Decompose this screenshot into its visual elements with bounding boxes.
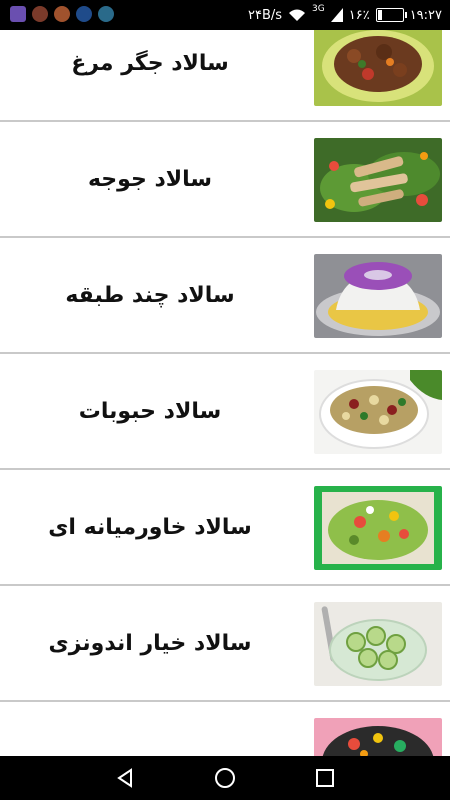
salad-row[interactable]: سالاد جوجه bbox=[0, 122, 450, 238]
network-type: 3G bbox=[312, 4, 325, 14]
salad-title: سالاد جوجه bbox=[87, 166, 213, 192]
chicken-salad-image bbox=[314, 138, 442, 222]
app-avatar-icon bbox=[54, 6, 70, 22]
salad-row[interactable]: سالاد خیار اندونزی bbox=[0, 586, 450, 702]
clock: ۱۹:۲۷ bbox=[409, 7, 442, 23]
partial-salad-image bbox=[314, 718, 442, 756]
salad-row[interactable]: سالاد خاورمیانه ای bbox=[0, 470, 450, 586]
back-triangle-icon[interactable] bbox=[113, 766, 137, 790]
salad-title: سالاد چند طبقه bbox=[65, 282, 235, 308]
layered-salad-image bbox=[314, 254, 442, 338]
salad-row[interactable]: سالاد حبوبات bbox=[0, 354, 450, 470]
salad-row[interactable]: سالاد جگر مرغ bbox=[0, 30, 450, 122]
battery-percent: ۱۶٪ bbox=[348, 7, 370, 23]
liver-salad-image bbox=[314, 30, 442, 106]
salad-list[interactable]: سالاد جگر مرغ سالاد جوجه سالاد چند طبقه … bbox=[0, 30, 450, 756]
indonesian-cucumber-salad-image bbox=[314, 602, 442, 686]
salad-title: سالاد حبوبات bbox=[78, 398, 222, 424]
navigation-bar bbox=[0, 756, 450, 800]
bluetooth-icon bbox=[76, 6, 92, 22]
signal-icon bbox=[330, 8, 343, 22]
status-info: ۲۴B/s 3G ۱۶٪ ۱۹:۲۷ bbox=[247, 4, 442, 25]
legumes-salad-image bbox=[314, 370, 442, 454]
battery-icon bbox=[375, 8, 407, 22]
recents-square-icon[interactable] bbox=[313, 766, 337, 790]
salad-title: سالاد خیار اندونزی bbox=[48, 630, 252, 656]
middle-eastern-salad-image bbox=[314, 486, 442, 570]
app-avatar-icon bbox=[32, 6, 48, 22]
home-circle-icon[interactable] bbox=[213, 766, 237, 790]
salad-title: سالاد جگر مرغ bbox=[71, 50, 229, 76]
network-speed: ۲۴B/s bbox=[247, 7, 283, 23]
notification-icons bbox=[10, 6, 114, 22]
status-bar: ۲۴B/s 3G ۱۶٪ ۱۹:۲۷ bbox=[0, 0, 450, 30]
sync-icon bbox=[98, 6, 114, 22]
salad-row[interactable]: سالاد چند طبقه bbox=[0, 238, 450, 354]
salad-title: سالاد خاورمیانه ای bbox=[48, 514, 252, 540]
salad-title bbox=[0, 702, 300, 756]
salad-row[interactable] bbox=[0, 702, 450, 756]
wifi-icon bbox=[289, 9, 306, 21]
gallery-icon bbox=[10, 6, 26, 22]
